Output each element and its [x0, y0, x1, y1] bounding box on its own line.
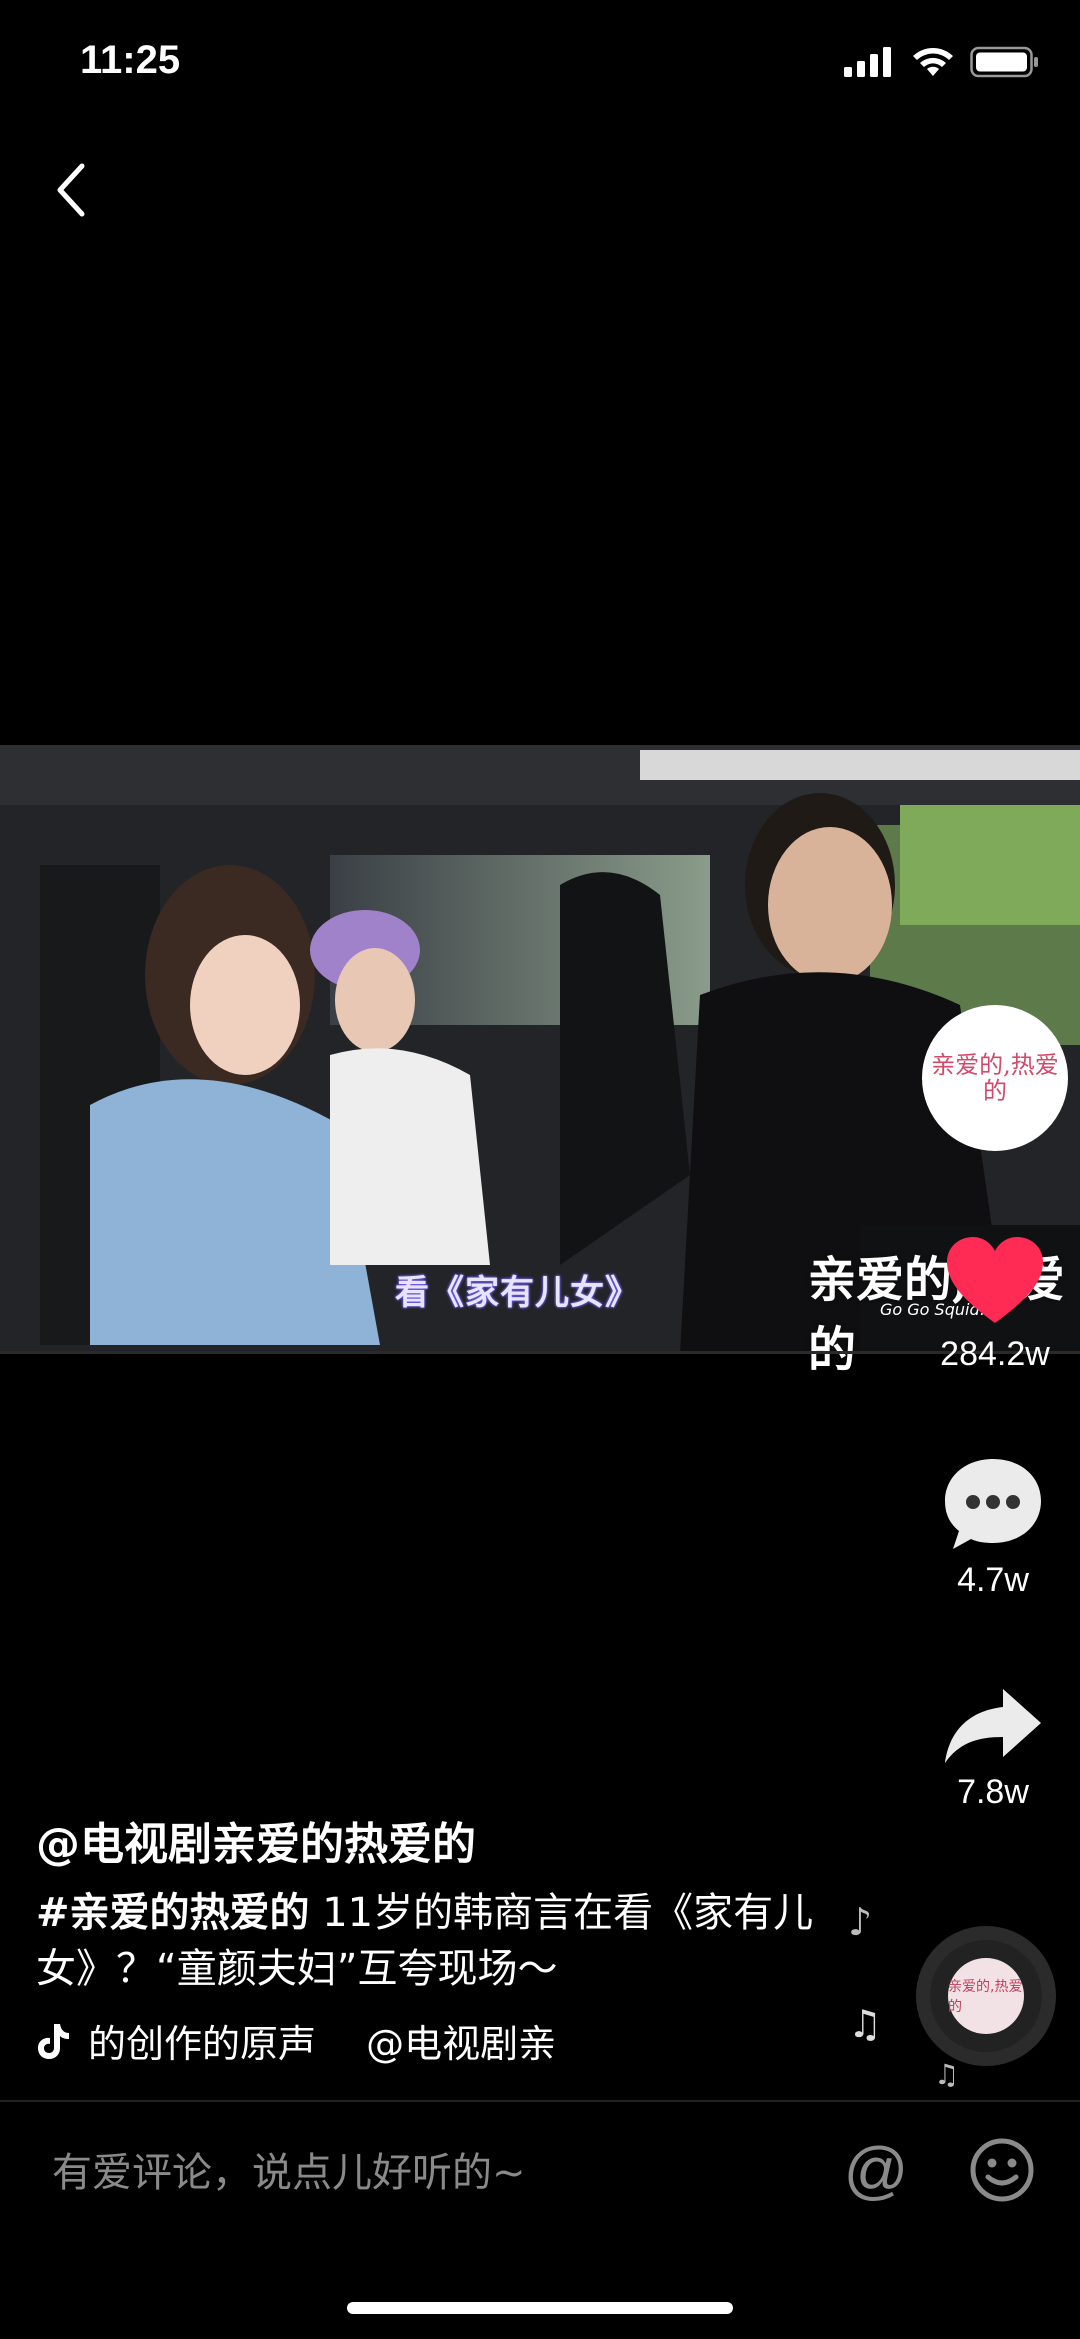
signal-icon	[844, 47, 891, 77]
at-icon: @	[843, 2134, 909, 2206]
music-title: 的创作的原声 @电视剧亲	[88, 2022, 557, 2066]
back-icon	[57, 163, 85, 217]
music-note-icon: ♪	[848, 1900, 873, 1944]
tiktok-logo-icon	[38, 2023, 69, 2059]
status-icons	[844, 46, 1040, 78]
status-time: 11:25	[80, 38, 181, 82]
author-avatar-text: 亲爱的,热爱的	[931, 1050, 1059, 1105]
like-count: 284.2w	[940, 1335, 1050, 1373]
video-subtitle: 看《家有儿女》	[395, 1273, 640, 1313]
music-row[interactable]: 的创作的原声 @电视剧亲	[36, 2013, 598, 2068]
post-hashtag[interactable]: #亲爱的热爱的	[36, 1890, 310, 1936]
share-icon	[945, 1689, 1041, 1763]
comment-count: 4.7w	[957, 1561, 1029, 1599]
emoji-icon	[970, 2138, 1034, 2202]
home-indicator	[347, 2302, 733, 2314]
emoji-button[interactable]	[962, 2130, 1042, 2210]
share-count: 7.8w	[957, 1773, 1029, 1811]
video-progress-bar[interactable]	[0, 1351, 1080, 1354]
share-button[interactable]: 7.8w	[928, 1685, 1058, 1812]
comment-button[interactable]: 4.7w	[928, 1455, 1058, 1600]
music-note-icon: ♫	[934, 2058, 960, 2091]
author-name[interactable]: @电视剧亲爱的热爱的	[36, 1808, 476, 1872]
wifi-icon	[913, 48, 953, 76]
music-disc-icon[interactable]: 亲爱的,热爱的	[916, 1926, 1056, 2066]
at-button[interactable]: @	[836, 2130, 916, 2210]
back-button[interactable]	[40, 150, 100, 230]
music-disc-cover: 亲爱的,热爱的	[948, 1958, 1024, 2034]
comment-icon	[945, 1459, 1041, 1549]
battery-icon	[970, 46, 1038, 78]
comment-input[interactable]: 有爱评论，说点儿好听的~	[52, 2140, 526, 2198]
music-note-icon: ♫	[848, 2002, 883, 2046]
heart-icon	[947, 1237, 1043, 1323]
post-description: #亲爱的热爱的 11岁的韩商言在看《家有儿女》？“童颜夫妇”互夸现场～	[36, 1885, 836, 1997]
like-button[interactable]: 284.2w	[930, 1235, 1060, 1374]
author-avatar[interactable]: 亲爱的,热爱的	[922, 1005, 1068, 1151]
